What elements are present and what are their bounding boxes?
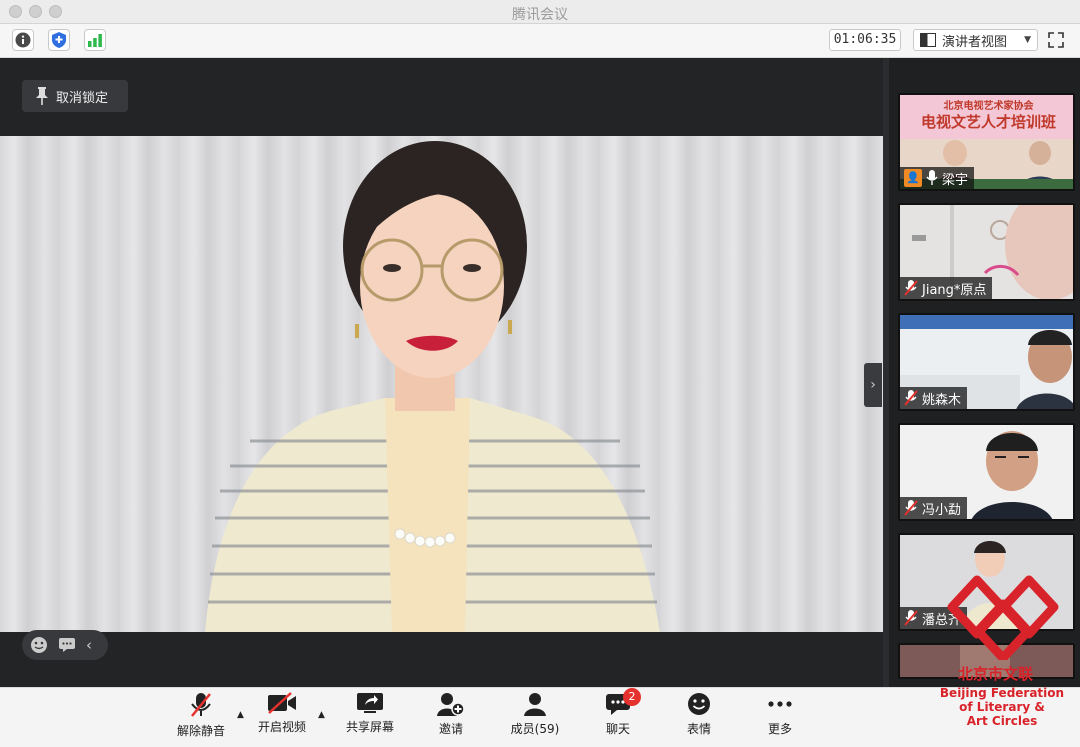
chevron-down-icon: ▼ <box>1024 35 1031 45</box>
start-video-button[interactable]: 开启视频 <box>247 692 317 735</box>
banner-line1: 北京电视艺术家协会 <box>943 101 1034 112</box>
unmute-button[interactable]: 解除静音 <box>166 692 236 739</box>
video-options-caret[interactable]: ▲ <box>318 710 325 720</box>
emoji-icon <box>31 637 47 653</box>
window-title: 腾讯会议 <box>512 7 568 23</box>
meeting-timer: 01:06:35 <box>829 29 901 51</box>
chevron-left-icon: ‹ <box>86 636 92 654</box>
members-label: 成员(59) <box>510 722 560 736</box>
participant-name-tag: 冯小勐 <box>900 497 968 519</box>
chat-button[interactable]: 2 聊天 <box>583 688 653 737</box>
pin-icon <box>36 87 48 105</box>
participant-tile[interactable]: 北京电视艺术家协会 电视文艺人才培训班 👤 梁宇 <box>898 93 1075 191</box>
chat-label: 聊天 <box>605 722 630 736</box>
muted-microphone-icon <box>904 610 918 626</box>
participant-tile[interactable]: 姚森木 <box>898 313 1075 411</box>
watermark-logo: 北京市文联 Beijing Federation of Literary & A… <box>938 568 1066 738</box>
audio-options-caret[interactable]: ▲ <box>237 710 244 720</box>
speaker-view-icon <box>920 33 936 47</box>
speaker-portrait <box>205 141 660 632</box>
reactions-button[interactable]: 表情 <box>664 692 734 737</box>
more-label: 更多 <box>767 722 792 736</box>
participant-name-tag: Jiang*原点 <box>900 277 993 299</box>
federation-logo-mark <box>947 575 1059 660</box>
chat-overlay-controls[interactable]: ‹ <box>22 630 108 660</box>
chevron-right-icon: › <box>870 377 876 393</box>
participant-tile[interactable]: Jiang*原点 <box>898 203 1075 301</box>
participant-name-tag: 👤 梁宇 <box>900 167 975 189</box>
invite-label: 邀请 <box>438 722 463 736</box>
banner-line2: 电视文艺人才培训班 <box>920 113 1056 131</box>
info-button[interactable] <box>12 29 34 51</box>
share-screen-label: 共享屏幕 <box>345 720 394 734</box>
reactions-label: 表情 <box>686 722 711 736</box>
control-bar: 解除静音 ▲ 开启视频 ▲ 共享屏幕 邀请 成员(59) 2 聊天 表情 更多 <box>0 687 1080 747</box>
participant-name: Jiang*原点 <box>922 282 987 298</box>
user-icon: 👤 <box>904 169 922 187</box>
signal-bars-icon <box>88 34 102 47</box>
members-button[interactable]: 成员(59) <box>500 692 570 737</box>
invite-button[interactable]: 邀请 <box>416 692 486 737</box>
more-button[interactable]: 更多 <box>745 692 815 737</box>
participant-name: 梁宇 <box>942 172 969 188</box>
muted-microphone-icon <box>904 280 918 296</box>
muted-microphone-icon <box>904 390 918 406</box>
participant-name: 冯小勐 <box>922 502 962 518</box>
expand-panel-button[interactable]: › <box>864 363 882 407</box>
chat-bubble-icon <box>59 638 75 652</box>
microphone-icon <box>926 170 938 185</box>
participant-name: 姚森木 <box>922 392 962 408</box>
start-video-label: 开启视频 <box>257 720 306 734</box>
unpin-button[interactable]: 取消锁定 <box>22 80 128 112</box>
muted-microphone-icon <box>904 500 918 516</box>
watermark-en-line3: Art Circles <box>966 714 1038 728</box>
chat-unread-badge: 2 <box>623 688 641 706</box>
share-screen-icon <box>357 693 383 713</box>
fullscreen-icon <box>1048 32 1064 48</box>
watermark-name-cn: 北京市文联 <box>958 665 1034 683</box>
participant-tile[interactable]: 冯小勐 <box>898 423 1075 521</box>
main-stage: 取消锁定 › ‹ <box>0 58 883 687</box>
security-button[interactable] <box>48 29 70 51</box>
view-mode-dropdown[interactable]: 演讲者视图 ▼ <box>913 29 1038 51</box>
fullscreen-button[interactable] <box>1045 29 1067 51</box>
muted-microphone-icon <box>191 693 211 717</box>
view-mode-label: 演讲者视图 <box>942 34 1008 50</box>
network-status-button[interactable] <box>84 29 106 51</box>
more-dots-icon <box>768 701 792 707</box>
unpin-label: 取消锁定 <box>56 90 109 106</box>
meeting-window: 腾讯会议 01:06:35 演讲者视图 ▼ 取消锁定 › ‹ 北京电视艺术家协会… <box>0 0 1080 747</box>
members-icon <box>524 693 546 716</box>
title-bar: 腾讯会议 <box>0 0 1080 24</box>
unmute-label: 解除静音 <box>176 724 225 738</box>
participant-name-tag: 姚森木 <box>900 387 968 409</box>
event-banner: 北京电视艺术家协会 电视文艺人才培训班 <box>900 95 1073 139</box>
smiley-icon <box>688 693 710 715</box>
watermark-en-line1: Beijing Federation <box>939 686 1065 700</box>
watermark-en-line2: of Literary & <box>959 700 1045 714</box>
share-screen-button[interactable]: 共享屏幕 <box>335 692 405 735</box>
top-toolbar: 01:06:35 演讲者视图 ▼ <box>0 24 1080 58</box>
info-icon <box>15 32 31 48</box>
add-user-icon <box>437 693 465 716</box>
shield-icon <box>52 32 66 48</box>
video-off-icon <box>268 692 296 714</box>
watermark-name-en: Beijing Federation of Literary & Art Cir… <box>938 686 1066 728</box>
speaker-video[interactable] <box>0 136 883 632</box>
